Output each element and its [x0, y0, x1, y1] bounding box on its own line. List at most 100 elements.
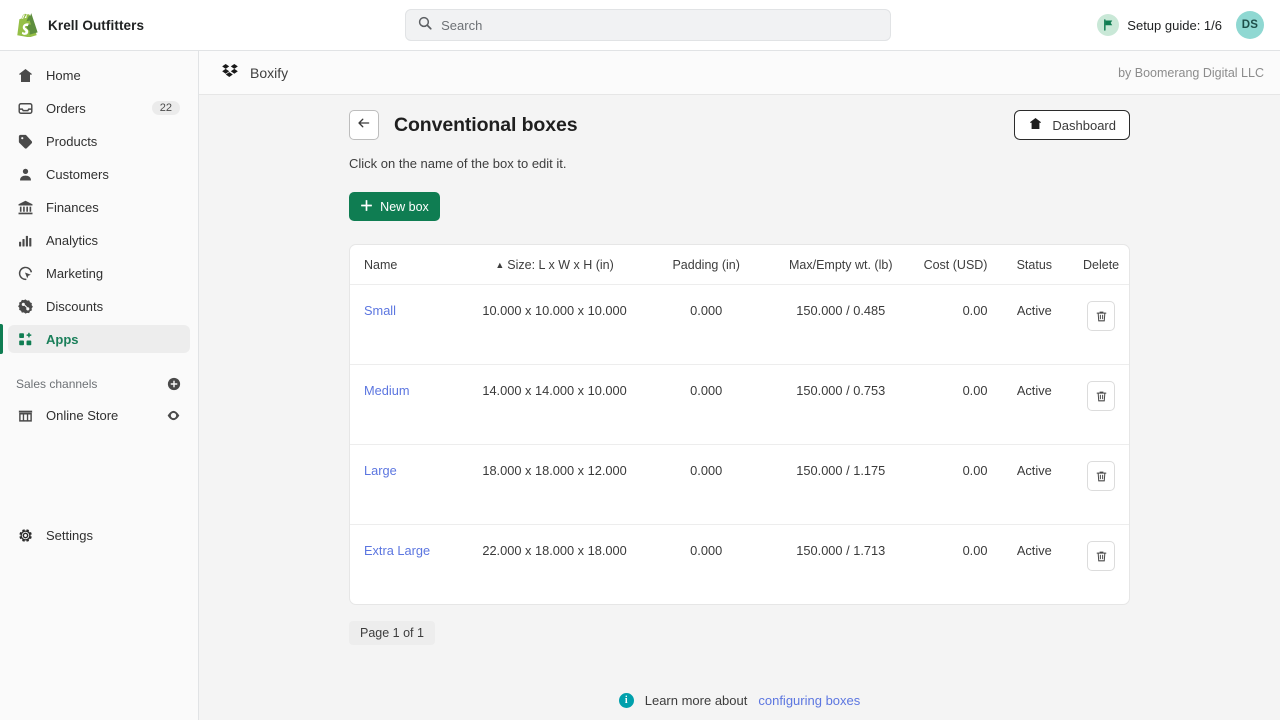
flag-icon [1097, 14, 1119, 36]
top-bar-right: Setup guide: 1/6 DS [1097, 11, 1280, 39]
cell-padding: 0.000 [644, 365, 768, 445]
sidebar-item-customers[interactable]: Customers [8, 160, 190, 188]
cell-cost: 0.00 [914, 365, 996, 445]
sidebar-item-label: Apps [46, 332, 79, 347]
delete-box-button[interactable] [1087, 301, 1115, 331]
column-header-padding[interactable]: Padding (in) [644, 245, 768, 285]
sidebar-item-settings[interactable]: Settings [8, 521, 191, 549]
plus-icon [360, 199, 373, 215]
analytics-icon [16, 231, 34, 249]
delete-box-button[interactable] [1087, 461, 1115, 491]
sidebar-item-label: Marketing [46, 266, 103, 281]
arrow-left-icon [356, 115, 372, 136]
setup-guide-button[interactable]: Setup guide: 1/6 [1097, 14, 1222, 36]
cell-name: Large [350, 445, 465, 525]
cell-cost: 0.00 [914, 445, 996, 525]
sidebar-nav: Home Orders 22 Products [0, 51, 198, 429]
table-row: Extra Large 22.000 x 18.000 x 18.000 0.0… [350, 525, 1129, 605]
delete-box-button[interactable] [1087, 381, 1115, 411]
sidebar-item-label: Analytics [46, 233, 98, 248]
cell-name: Medium [350, 365, 465, 445]
plus-circle-icon[interactable] [167, 377, 181, 391]
app-author: by Boomerang Digital LLC [1118, 66, 1264, 80]
box-name-link[interactable]: Small [364, 303, 396, 318]
sidebar-item-discounts[interactable]: Discounts [8, 292, 190, 320]
info-icon: i [619, 693, 634, 708]
sidebar-item-label: Orders [46, 101, 86, 116]
cell-name: Extra Large [350, 525, 465, 605]
column-header-size-label: Size: L x W x H (in) [507, 258, 614, 272]
column-header-weight[interactable]: Max/Empty wt. (lb) [768, 245, 914, 285]
cell-name: Small [350, 285, 465, 365]
column-header-name[interactable]: Name [350, 245, 465, 285]
box-name-link[interactable]: Large [364, 463, 397, 478]
table-row: Large 18.000 x 18.000 x 12.000 0.000 150… [350, 445, 1129, 525]
sales-channels-header: Sales channels [8, 371, 190, 397]
store-name: Krell Outfitters [48, 18, 144, 33]
cell-status: Active [995, 285, 1073, 365]
boxes-table-card: Name ▲Size: L x W x H (in) Padding (in) … [349, 244, 1130, 605]
avatar[interactable]: DS [1236, 11, 1264, 39]
sidebar-item-apps[interactable]: Apps [8, 325, 190, 353]
back-button[interactable] [349, 110, 379, 140]
store-brand[interactable]: Krell Outfitters [0, 0, 199, 50]
cell-delete [1073, 445, 1129, 525]
sidebar-settings-row: Settings [0, 521, 199, 554]
configuring-boxes-link[interactable]: configuring boxes [758, 693, 860, 708]
app-bar: Boxify by Boomerang Digital LLC [199, 51, 1280, 95]
search-placeholder: Search [441, 18, 482, 33]
sort-ascending-icon: ▲ [495, 260, 504, 270]
home-icon [1028, 116, 1043, 134]
table-body: Small 10.000 x 10.000 x 10.000 0.000 150… [350, 285, 1129, 605]
page-title: Conventional boxes [394, 110, 577, 140]
cell-status: Active [995, 525, 1073, 605]
cell-padding: 0.000 [644, 445, 768, 525]
cell-size: 14.000 x 14.000 x 10.000 [465, 365, 645, 445]
box-name-link[interactable]: Medium [364, 383, 410, 398]
search-input[interactable]: Search [405, 9, 891, 41]
sidebar-item-online-store[interactable]: Online Store [8, 401, 190, 429]
app-name-label: Boxify [250, 65, 288, 81]
page-container: Conventional boxes Dashboard Click on th… [349, 95, 1130, 708]
table-header: Name ▲Size: L x W x H (in) Padding (in) … [350, 245, 1129, 285]
cell-weight: 150.000 / 0.485 [768, 285, 914, 365]
cell-delete [1073, 285, 1129, 365]
pagination-label[interactable]: Page 1 of 1 [349, 621, 435, 645]
cell-delete [1073, 525, 1129, 605]
column-header-size[interactable]: ▲Size: L x W x H (in) [465, 245, 645, 285]
sidebar-item-products[interactable]: Products [8, 127, 190, 155]
table-header-row: Name ▲Size: L x W x H (in) Padding (in) … [350, 245, 1129, 285]
main-content: Conventional boxes Dashboard Click on th… [199, 95, 1280, 720]
eye-icon[interactable] [166, 408, 181, 423]
column-header-status[interactable]: Status [995, 245, 1073, 285]
orders-badge: 22 [152, 101, 180, 115]
sidebar: Home Orders 22 Products [0, 51, 199, 720]
cell-padding: 0.000 [644, 525, 768, 605]
boxify-icon [221, 62, 239, 83]
gear-icon [16, 526, 34, 544]
page-header: Conventional boxes Dashboard [349, 110, 1130, 140]
sidebar-item-marketing[interactable]: Marketing [8, 259, 190, 287]
sidebar-item-orders[interactable]: Orders 22 [8, 94, 190, 122]
cell-status: Active [995, 445, 1073, 525]
home-icon [16, 66, 34, 84]
sidebar-item-analytics[interactable]: Analytics [8, 226, 190, 254]
column-header-cost[interactable]: Cost (USD) [914, 245, 996, 285]
top-bar: Krell Outfitters Search Setup guide: 1/6… [0, 0, 1280, 51]
cell-cost: 0.00 [914, 285, 996, 365]
cell-weight: 150.000 / 1.713 [768, 525, 914, 605]
discounts-icon [16, 297, 34, 315]
dashboard-button[interactable]: Dashboard [1014, 110, 1130, 140]
sidebar-item-home[interactable]: Home [8, 61, 190, 89]
delete-box-button[interactable] [1087, 541, 1115, 571]
apps-icon [16, 330, 34, 348]
table-row: Medium 14.000 x 14.000 x 10.000 0.000 15… [350, 365, 1129, 445]
trash-icon [1095, 470, 1108, 483]
sidebar-item-finances[interactable]: Finances [8, 193, 190, 221]
sidebar-item-label: Discounts [46, 299, 103, 314]
box-name-link[interactable]: Extra Large [364, 543, 430, 558]
sidebar-item-label: Customers [46, 167, 109, 182]
app-title[interactable]: Boxify [221, 62, 288, 83]
learn-more-row: i Learn more about configuring boxes [349, 693, 1130, 708]
new-box-button[interactable]: New box [349, 192, 440, 221]
